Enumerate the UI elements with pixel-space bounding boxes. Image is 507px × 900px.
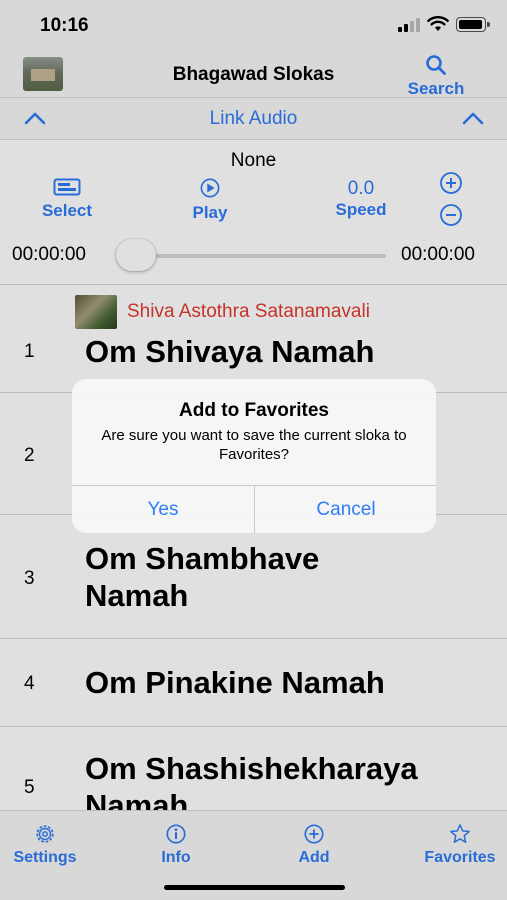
- yes-button[interactable]: Yes: [72, 486, 254, 533]
- add-to-favorites-alert: Add to Favorites Are sure you want to sa…: [72, 379, 436, 533]
- alert-message: Are sure you want to save the current sl…: [101, 427, 407, 463]
- alert-title: Add to Favorites: [179, 400, 329, 421]
- cancel-button[interactable]: Cancel: [255, 486, 436, 533]
